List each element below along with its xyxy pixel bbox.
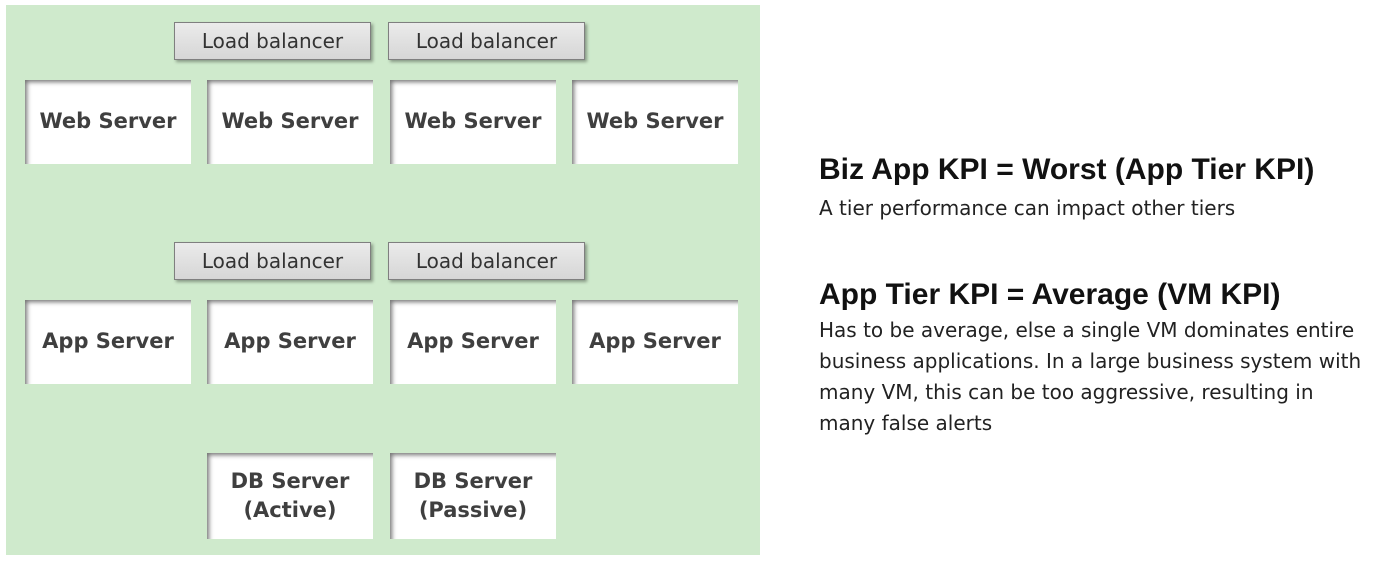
app-tier-kpi-description: Has to be average, else a single VM domi… [819, 315, 1361, 439]
app-tier-kpi-line-2: business applications. In a large busine… [819, 349, 1362, 373]
db-server-passive: DB Server (Passive) [390, 453, 556, 539]
web-server-2: Web Server [207, 80, 373, 164]
app-tier-kpi-line-1: Has to be average, else a single VM domi… [819, 318, 1355, 342]
db-server-active: DB Server (Active) [207, 453, 373, 539]
app-load-balancer-2: Load balancer [388, 242, 585, 280]
app-server-1: App Server [25, 300, 191, 384]
app-server-2: App Server [207, 300, 373, 384]
web-load-balancer-1: Load balancer [174, 22, 371, 60]
web-server-3: Web Server [390, 80, 556, 164]
app-tier-kpi-line-4: many false alerts [819, 411, 993, 435]
biz-app-kpi-description: A tier performance can impact other tier… [819, 196, 1236, 220]
app-tier-kpi-line-3: many VM, this can be too aggressive, res… [819, 380, 1314, 404]
biz-app-kpi-heading: Biz App KPI = Worst (App Tier KPI) [819, 153, 1315, 186]
app-server-3: App Server [390, 300, 556, 384]
app-server-4: App Server [572, 300, 738, 384]
web-server-1: Web Server [25, 80, 191, 164]
web-server-4: Web Server [572, 80, 738, 164]
app-load-balancer-1: Load balancer [174, 242, 371, 280]
web-load-balancer-2: Load balancer [388, 22, 585, 60]
app-tier-kpi-heading: App Tier KPI = Average (VM KPI) [819, 278, 1281, 311]
